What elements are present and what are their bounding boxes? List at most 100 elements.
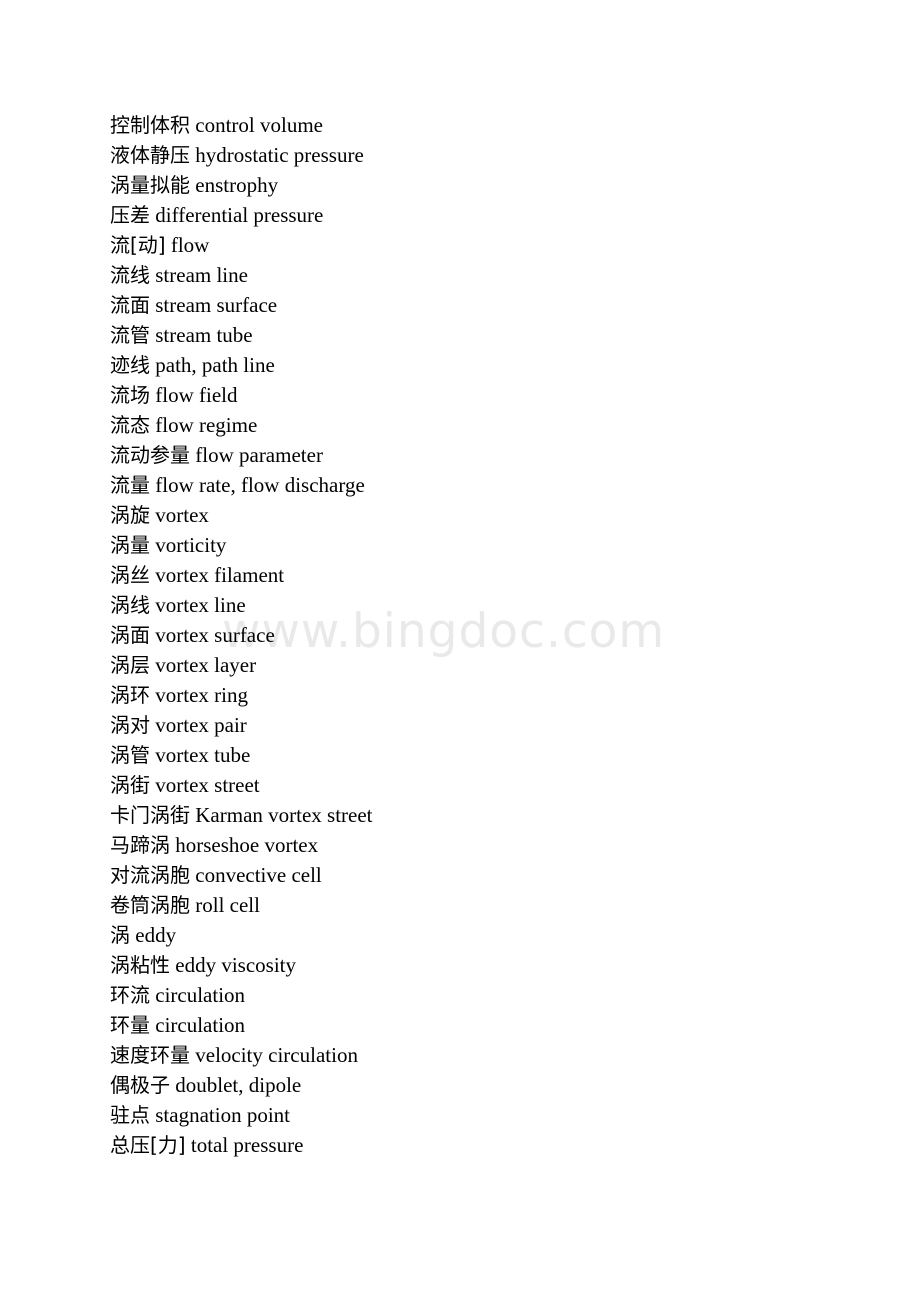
glossary-entry: 流管 stream tube bbox=[110, 320, 870, 350]
glossary-gloss: enstrophy bbox=[195, 173, 279, 197]
glossary-term: 流动参量 bbox=[110, 443, 190, 467]
glossary-entry: 控制体积 control volume bbox=[110, 110, 870, 140]
glossary-term: 涡旋 bbox=[110, 503, 150, 527]
glossary-entry: 流[动] flow bbox=[110, 230, 870, 260]
glossary-term: 卷筒涡胞 bbox=[110, 893, 190, 917]
glossary-term: 流线 bbox=[110, 263, 150, 287]
glossary-gloss: path, path line bbox=[155, 353, 275, 377]
glossary-term: 涡 bbox=[110, 923, 130, 947]
glossary-entry: 涡丝 vortex filament bbox=[110, 560, 870, 590]
glossary-gloss: doublet, dipole bbox=[175, 1073, 302, 1097]
glossary-entry: 总压[力] total pressure bbox=[110, 1130, 870, 1160]
glossary-gloss: eddy bbox=[135, 923, 177, 947]
glossary-term: 迹线 bbox=[110, 353, 150, 377]
glossary-gloss: stagnation point bbox=[155, 1103, 290, 1127]
glossary-entry: 涡 eddy bbox=[110, 920, 870, 950]
glossary-term: 流面 bbox=[110, 293, 150, 317]
glossary-term: 涡层 bbox=[110, 653, 150, 677]
glossary-entry: 涡量 vorticity bbox=[110, 530, 870, 560]
glossary-entry: 涡粘性 eddy viscosity bbox=[110, 950, 870, 980]
glossary-gloss: velocity circulation bbox=[195, 1043, 358, 1067]
glossary-list: 控制体积 control volume 液体静压 hydrostatic pres… bbox=[110, 110, 870, 1160]
glossary-entry: 流量 flow rate, flow discharge bbox=[110, 470, 870, 500]
glossary-term: 液体静压 bbox=[110, 143, 190, 167]
glossary-gloss: vortex bbox=[155, 503, 209, 527]
glossary-term: 总压[力] bbox=[110, 1133, 186, 1157]
glossary-term: 压差 bbox=[110, 203, 150, 227]
glossary-entry: 涡层 vortex layer bbox=[110, 650, 870, 680]
glossary-gloss: vortex surface bbox=[155, 623, 275, 647]
glossary-term: 涡量 bbox=[110, 533, 150, 557]
glossary-gloss: vortex street bbox=[155, 773, 260, 797]
glossary-entry: 对流涡胞 convective cell bbox=[110, 860, 870, 890]
glossary-term: 涡面 bbox=[110, 623, 150, 647]
glossary-gloss: stream surface bbox=[155, 293, 278, 317]
glossary-gloss: vortex line bbox=[155, 593, 246, 617]
glossary-term: 涡街 bbox=[110, 773, 150, 797]
glossary-gloss: circulation bbox=[155, 1013, 246, 1037]
glossary-term: 环流 bbox=[110, 983, 150, 1007]
glossary-term: 流量 bbox=[110, 473, 150, 497]
glossary-entry: 流面 stream surface bbox=[110, 290, 870, 320]
glossary-entry: 液体静压 hydrostatic pressure bbox=[110, 140, 870, 170]
glossary-gloss: differential pressure bbox=[155, 203, 324, 227]
glossary-entry: 流态 flow regime bbox=[110, 410, 870, 440]
glossary-gloss: flow rate, flow discharge bbox=[155, 473, 365, 497]
glossary-gloss: stream line bbox=[155, 263, 248, 287]
glossary-gloss: horseshoe vortex bbox=[175, 833, 319, 857]
glossary-term: 涡线 bbox=[110, 593, 150, 617]
glossary-term: 对流涡胞 bbox=[110, 863, 190, 887]
glossary-entry: 流线 stream line bbox=[110, 260, 870, 290]
glossary-entry: 驻点 stagnation point bbox=[110, 1100, 870, 1130]
glossary-term: 马蹄涡 bbox=[110, 833, 170, 857]
glossary-gloss: vortex pair bbox=[155, 713, 247, 737]
glossary-gloss: circulation bbox=[155, 983, 246, 1007]
glossary-term: 涡丝 bbox=[110, 563, 150, 587]
glossary-gloss: vortex filament bbox=[155, 563, 285, 587]
glossary-term: 涡粘性 bbox=[110, 953, 170, 977]
glossary-gloss: Karman vortex street bbox=[195, 803, 373, 827]
glossary-gloss: flow regime bbox=[155, 413, 258, 437]
glossary-entry: 涡对 vortex pair bbox=[110, 710, 870, 740]
glossary-entry: 流场 flow field bbox=[110, 380, 870, 410]
glossary-gloss: eddy viscosity bbox=[175, 953, 296, 977]
glossary-gloss: total pressure bbox=[190, 1133, 304, 1157]
glossary-term: 流[动] bbox=[110, 233, 166, 257]
glossary-gloss: roll cell bbox=[195, 893, 260, 917]
glossary-term: 涡管 bbox=[110, 743, 150, 767]
glossary-entry: 偶极子 doublet, dipole bbox=[110, 1070, 870, 1100]
glossary-entry: 卷筒涡胞 roll cell bbox=[110, 890, 870, 920]
glossary-entry: 涡管 vortex tube bbox=[110, 740, 870, 770]
glossary-entry: 涡面 vortex surface bbox=[110, 620, 870, 650]
glossary-term: 偶极子 bbox=[110, 1073, 170, 1097]
glossary-entry: 流动参量 flow parameter bbox=[110, 440, 870, 470]
glossary-gloss: convective cell bbox=[195, 863, 322, 887]
glossary-term: 驻点 bbox=[110, 1103, 150, 1127]
glossary-gloss: flow bbox=[170, 233, 210, 257]
glossary-term: 涡对 bbox=[110, 713, 150, 737]
glossary-gloss: vorticity bbox=[155, 533, 227, 557]
glossary-term: 环量 bbox=[110, 1013, 150, 1037]
glossary-term: 流管 bbox=[110, 323, 150, 347]
glossary-entry: 速度环量 velocity circulation bbox=[110, 1040, 870, 1070]
glossary-gloss: flow field bbox=[155, 383, 238, 407]
glossary-term: 流态 bbox=[110, 413, 150, 437]
glossary-entry: 环流 circulation bbox=[110, 980, 870, 1010]
glossary-entry: 压差 differential pressure bbox=[110, 200, 870, 230]
glossary-term: 涡环 bbox=[110, 683, 150, 707]
glossary-entry: 卡门涡街 Karman vortex street bbox=[110, 800, 870, 830]
glossary-gloss: vortex layer bbox=[155, 653, 257, 677]
glossary-term: 涡量拟能 bbox=[110, 173, 190, 197]
glossary-entry: 涡街 vortex street bbox=[110, 770, 870, 800]
glossary-term: 速度环量 bbox=[110, 1043, 190, 1067]
glossary-gloss: flow parameter bbox=[195, 443, 323, 467]
glossary-entry: 迹线 path, path line bbox=[110, 350, 870, 380]
glossary-gloss: stream tube bbox=[155, 323, 253, 347]
glossary-gloss: control volume bbox=[195, 113, 323, 137]
glossary-gloss: hydrostatic pressure bbox=[195, 143, 364, 167]
glossary-entry: 马蹄涡 horseshoe vortex bbox=[110, 830, 870, 860]
glossary-gloss: vortex ring bbox=[155, 683, 248, 707]
glossary-term: 控制体积 bbox=[110, 113, 190, 137]
glossary-term: 流场 bbox=[110, 383, 150, 407]
glossary-entry: 涡线 vortex line bbox=[110, 590, 870, 620]
